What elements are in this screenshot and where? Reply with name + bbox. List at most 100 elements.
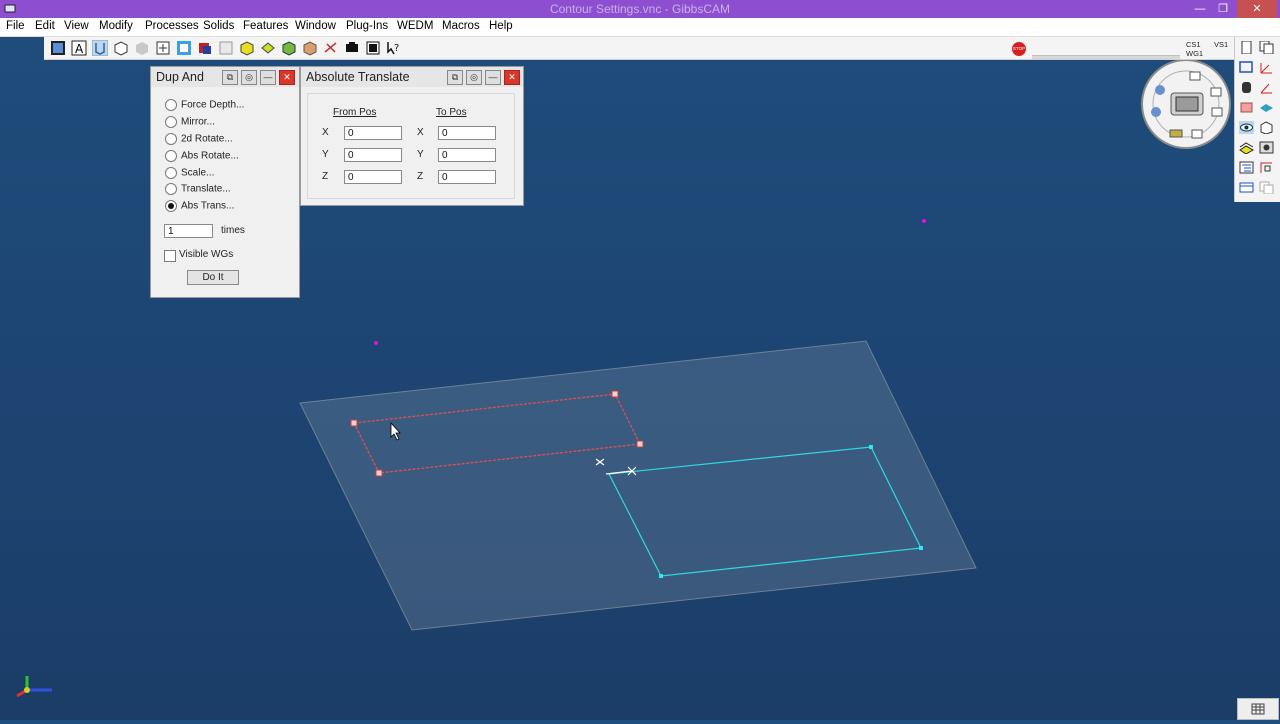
to-pos-label: To Pos [436,107,467,118]
radio-button[interactable] [165,183,177,195]
pin-icon[interactable]: ◎ [241,70,257,85]
minimize-button[interactable]: — [1190,0,1210,18]
dup-and-close-icon[interactable]: ✕ [279,70,295,85]
box-icon[interactable] [1259,121,1274,134]
operation-icon[interactable] [260,40,276,56]
times-input[interactable]: 1 [164,224,213,238]
menu-help[interactable]: Help [489,20,513,32]
view-compass-icon[interactable] [1141,59,1231,149]
stop-button[interactable]: STOP [1012,42,1026,56]
minimize-icon[interactable]: — [485,70,501,85]
option-2d-rotate[interactable]: 2d Rotate... [165,133,233,147]
copy-icon[interactable] [1259,41,1274,54]
text-tool-icon[interactable]: A [71,40,87,56]
svg-text:?: ? [394,43,399,54]
menu-processes[interactable]: Processes [145,20,199,32]
shape-3d-icon[interactable] [1239,101,1254,114]
progress-bar [1032,55,1180,59]
visible-wgs-checkbox[interactable] [164,250,176,262]
workgroup-icon[interactable] [155,40,171,56]
post-processor-icon[interactable] [365,40,381,56]
solid-shaded-icon[interactable] [134,40,150,56]
axis-triad-icon [16,676,52,698]
coordinate-system-icon[interactable] [176,40,192,56]
workpiece-plane [299,340,977,631]
menu-plug-ins[interactable]: Plug-Ins [346,20,388,32]
shape-tool-icon[interactable] [92,40,108,56]
list-icon[interactable] [1239,181,1254,194]
pin-icon[interactable]: ◎ [466,70,482,85]
to-x-input[interactable]: 0 [438,126,496,140]
menu-solids[interactable]: Solids [203,20,234,32]
radio-button[interactable] [165,133,177,145]
absolute-translate-close-icon[interactable]: ✕ [504,70,520,85]
restore-button[interactable]: ❐ [1213,0,1233,18]
to-z-input[interactable]: 0 [438,170,496,184]
process-icon[interactable] [239,40,255,56]
plane-icon[interactable] [1259,101,1274,114]
stacked-pages-icon[interactable] [1259,181,1274,194]
radio-button[interactable] [165,116,177,128]
menu-window[interactable]: Window [295,20,336,32]
option-label: Scale... [181,167,215,179]
rectangle-select-icon[interactable] [1239,61,1254,74]
menu-features[interactable]: Features [243,20,288,32]
absolute-translate-titlebar[interactable]: Absolute Translate ⧉ ◎ — ✕ [301,67,523,87]
option-label: Mirror... [181,116,215,128]
marker-point [374,341,378,345]
cylinder-icon[interactable] [1239,81,1254,94]
option-force-depth[interactable]: Force Depth... [165,99,244,113]
title-bar: Contour Settings.vnc - GibbsCAM — ❐ ✕ [0,0,1280,18]
dup-and-title: Dup And [156,70,204,84]
machine-icon[interactable] [344,40,360,56]
do-it-button[interactable]: Do It [187,270,239,285]
dup-and-titlebar[interactable]: Dup And ⧉ ◎ — ✕ [151,67,299,87]
dock-icon[interactable]: ⧉ [447,70,463,85]
page-icon[interactable] [1239,41,1254,54]
radio-button[interactable] [165,150,177,162]
to-y-input[interactable]: 0 [438,148,496,162]
option-scale[interactable]: Scale... [165,167,214,181]
coordinate-icon[interactable] [1259,161,1274,174]
option-abs-trans[interactable]: Abs Trans... [165,200,234,214]
context-help-icon[interactable]: ? [386,40,402,56]
menu-modify[interactable]: Modify [99,20,133,32]
tool-list-icon[interactable] [197,40,213,56]
from-z-label: Z [322,171,329,182]
from-y-input[interactable]: 0 [344,148,402,162]
angle-icon[interactable] [1259,81,1274,94]
menu-file[interactable]: File [6,20,25,32]
status-panel-button[interactable] [1237,698,1279,720]
workgroup-label: WG1 [1186,49,1204,58]
material-icon[interactable] [218,40,234,56]
minimize-icon[interactable]: — [260,70,276,85]
layer-icon[interactable] [1239,141,1254,154]
from-x-input[interactable]: 0 [344,126,402,140]
render-icon[interactable] [323,40,339,56]
solid-box-icon[interactable] [113,40,129,56]
menu-edit[interactable]: Edit [35,20,55,32]
axis-icon[interactable] [1259,61,1274,74]
settings-icon[interactable] [1259,141,1274,154]
option-mirror[interactable]: Mirror... [165,116,215,130]
dock-icon[interactable]: ⧉ [222,70,238,85]
tree-icon[interactable] [1239,161,1254,174]
menu-view[interactable]: View [64,20,89,32]
from-y-label: Y [322,149,329,160]
option-translate[interactable]: Translate... [165,183,231,197]
toolpath-icon[interactable] [281,40,297,56]
marker-point [922,219,926,223]
radio-button[interactable] [165,167,177,179]
from-z-input[interactable]: 0 [344,170,402,184]
to-y-label: Y [417,149,424,160]
menu-macros[interactable]: Macros [442,20,480,32]
eye-icon[interactable] [1239,121,1254,134]
new-document-icon[interactable] [50,40,66,56]
option-label: Abs Rotate... [181,150,239,162]
option-abs-rotate[interactable]: Abs Rotate... [165,150,239,164]
menu-wedm[interactable]: WEDM [397,20,433,32]
stock-icon[interactable] [302,40,318,56]
radio-button[interactable] [165,99,177,111]
close-button[interactable]: ✕ [1237,0,1277,18]
radio-button-selected[interactable] [165,200,177,212]
